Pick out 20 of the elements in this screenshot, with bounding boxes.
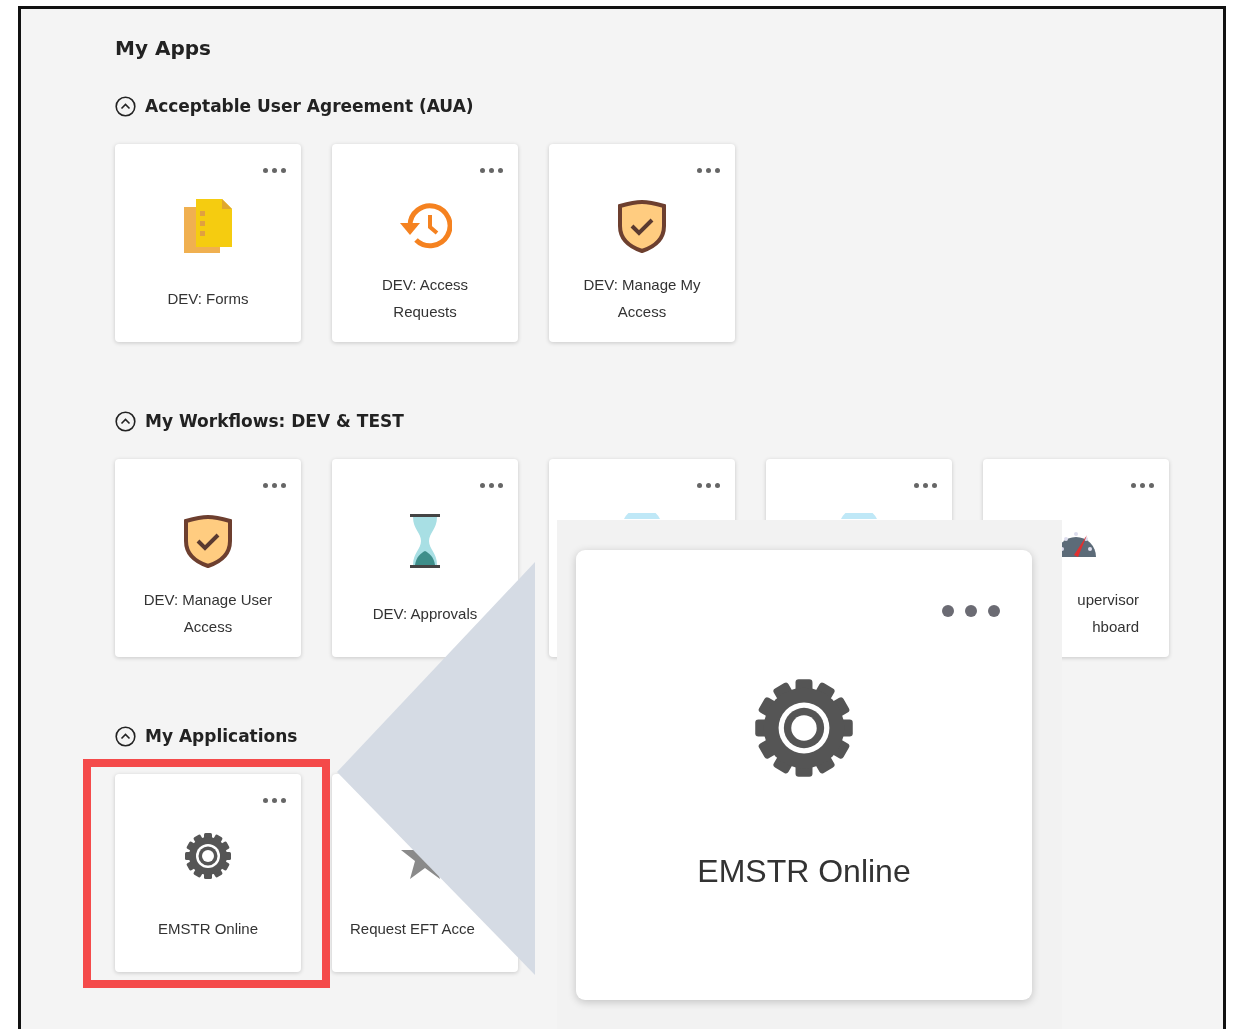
- app-tile[interactable]: EMSTR Online: [576, 550, 1032, 1000]
- app-tile[interactable]: DEV: Manage My Access: [549, 144, 735, 342]
- app-label: DEV: Manage My Access: [582, 275, 702, 322]
- page-title: My Apps: [115, 36, 212, 62]
- app-tile[interactable]: DEV: Manage User Access: [115, 459, 301, 657]
- app-label: DEV: Approvals: [371, 603, 479, 624]
- app-tile[interactable]: DEV: Forms: [115, 144, 301, 342]
- app-tile[interactable]: EMSTR Online: [115, 774, 301, 972]
- section-title: My Applications: [145, 726, 298, 746]
- section-title: My Workflows: DEV & TEST: [145, 411, 404, 431]
- app-tile[interactable]: DEV: Approvals: [332, 459, 518, 657]
- app-tile[interactable]: DEV: Access Requests: [332, 144, 518, 342]
- app-label: EMSTR Online: [697, 853, 911, 890]
- app-label: Request EFT Acce: [349, 918, 476, 939]
- app-label: upervisor hboard: [1076, 590, 1140, 637]
- app-label: DEV: Forms: [166, 288, 250, 309]
- app-label: DEV: Access Requests: [380, 275, 470, 322]
- app-label: DEV: Manage User Access: [142, 590, 274, 637]
- app-label: EMSTR Online: [157, 918, 259, 939]
- section-title: Acceptable User Agreement (AUA): [145, 96, 474, 116]
